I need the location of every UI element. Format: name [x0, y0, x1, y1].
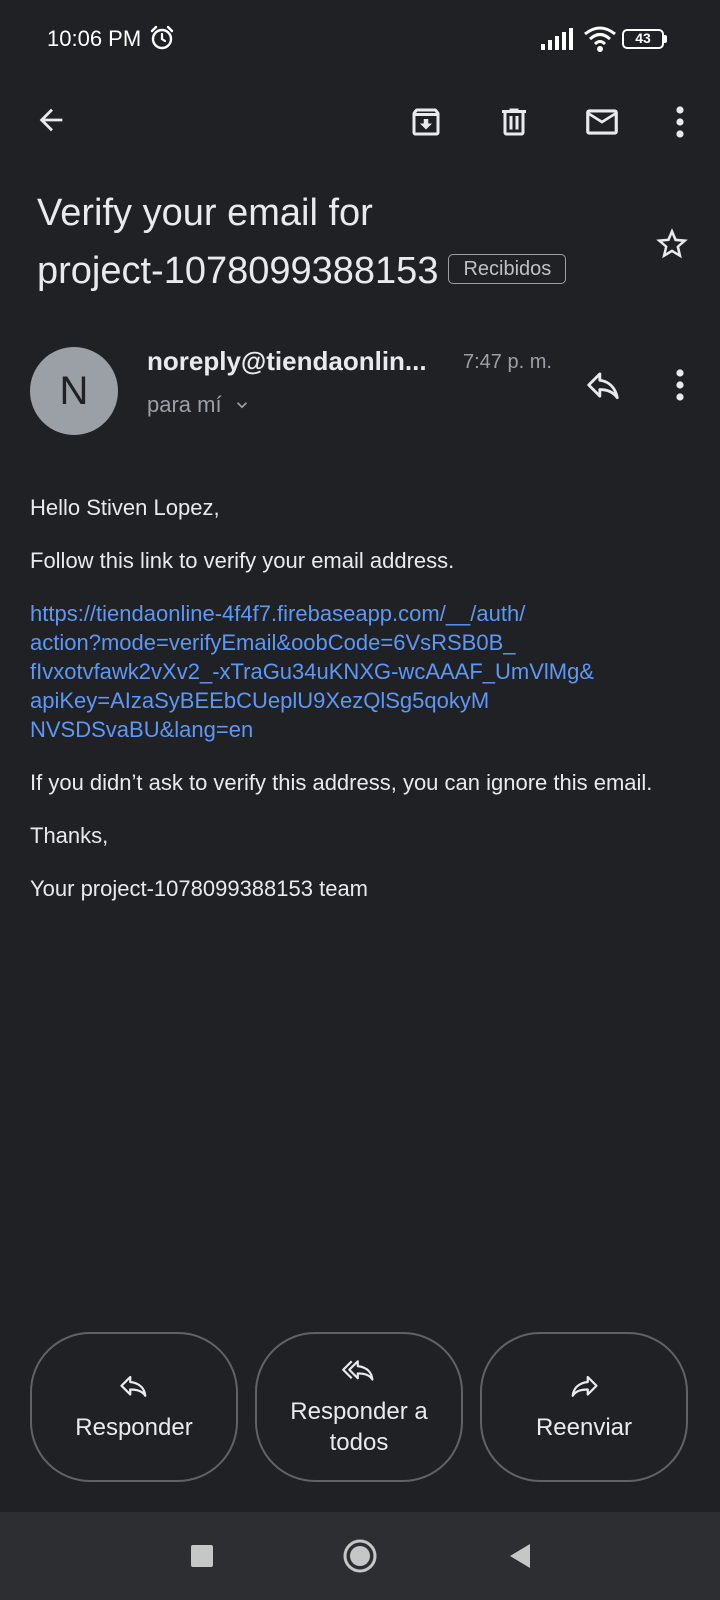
- recipient-details[interactable]: para mí: [147, 392, 252, 418]
- reply-all-icon: [342, 1360, 374, 1381]
- link-line: https://tiendaonline-4f4f7.firebaseapp.c…: [30, 601, 526, 626]
- battery-indicator: 43: [622, 29, 667, 49]
- sender-name: noreply@tiendaonlin...: [147, 346, 427, 376]
- back-triangle-icon: [510, 1544, 530, 1568]
- recents-button[interactable]: [180, 1512, 224, 1600]
- delete-icon: [502, 108, 526, 136]
- email-body: Hello Stiven Lopez, Follow this link to …: [30, 493, 680, 927]
- more-options-button[interactable]: [660, 98, 700, 146]
- reply-icon-button[interactable]: [580, 362, 626, 408]
- delete-button[interactable]: [490, 98, 538, 146]
- archive-icon: [412, 108, 440, 136]
- link-line: fIvxotvfawk2vXv2_-xTraGu34uKNXG-wcAAAF_U…: [30, 659, 595, 684]
- recents-icon: [191, 1545, 213, 1567]
- status-bar: 10:06 PM 43: [0, 0, 720, 78]
- status-time: 10:06 PM: [47, 26, 142, 51]
- archive-button[interactable]: [402, 98, 450, 146]
- subject-line-2: project-1078099388153: [37, 250, 439, 292]
- home-button[interactable]: [336, 1512, 384, 1600]
- verify-link[interactable]: https://tiendaonline-4f4f7.firebaseapp.c…: [30, 599, 680, 744]
- star-icon: [656, 228, 688, 259]
- mail-icon: [586, 109, 618, 135]
- reply-icon: [587, 372, 619, 400]
- mark-unread-button[interactable]: [578, 98, 626, 146]
- instruction: Follow this link to verify your email ad…: [30, 548, 455, 573]
- reply-label: Responder: [75, 1413, 193, 1441]
- label-chip[interactable]: Recibidos: [448, 253, 567, 284]
- more-vert-icon: [676, 369, 684, 401]
- signal-icon: [541, 28, 573, 50]
- recipient-label: para mí: [147, 392, 222, 417]
- link-line: NVSDSvaBU&lang=en: [30, 717, 254, 742]
- email-subject: Verify your email for project-1078099388…: [37, 184, 637, 300]
- alarm-icon: [150, 25, 174, 50]
- thanks: Thanks,: [30, 823, 109, 848]
- back-nav-button[interactable]: [500, 1512, 540, 1600]
- disclaimer: If you didn’t ask to verify this address…: [30, 770, 653, 795]
- forward-button[interactable]: Reenviar: [480, 1332, 688, 1482]
- chevron-down-icon: [236, 402, 247, 409]
- greeting: Hello Stiven Lopez,: [30, 495, 220, 520]
- system-nav-bar: [0, 1512, 720, 1600]
- subject-line-1: Verify your email for: [37, 192, 373, 234]
- sender-avatar[interactable]: N: [30, 347, 118, 435]
- link-line: action?mode=verifyEmail&oobCode=6VsRSB0B…: [30, 630, 516, 655]
- more-vert-icon: [676, 106, 684, 138]
- forward-label: Reenviar: [535, 1413, 633, 1441]
- reply-all-label-line-2: todos: [329, 1429, 389, 1456]
- reply-button[interactable]: Responder: [30, 1332, 238, 1482]
- reply-icon: [120, 1375, 147, 1397]
- back-button[interactable]: [26, 95, 76, 145]
- signature: Your project-1078099388153 team: [30, 876, 369, 901]
- reply-all-label-line-1: Responder a: [290, 1398, 428, 1425]
- forward-icon: [571, 1375, 598, 1397]
- wifi-icon: [584, 26, 616, 52]
- back-arrow-icon: [39, 108, 63, 132]
- link-line: apiKey=AIzaSyBEEbCUeplU9XezQlSg5qokyM: [30, 688, 490, 713]
- reply-all-button[interactable]: Responder a todos: [255, 1332, 463, 1482]
- email-time: 7:47 p. m.: [463, 351, 552, 373]
- battery-level: 43: [635, 30, 651, 46]
- home-icon: [343, 1539, 377, 1573]
- message-more-button[interactable]: [660, 362, 700, 408]
- star-button[interactable]: [650, 222, 694, 266]
